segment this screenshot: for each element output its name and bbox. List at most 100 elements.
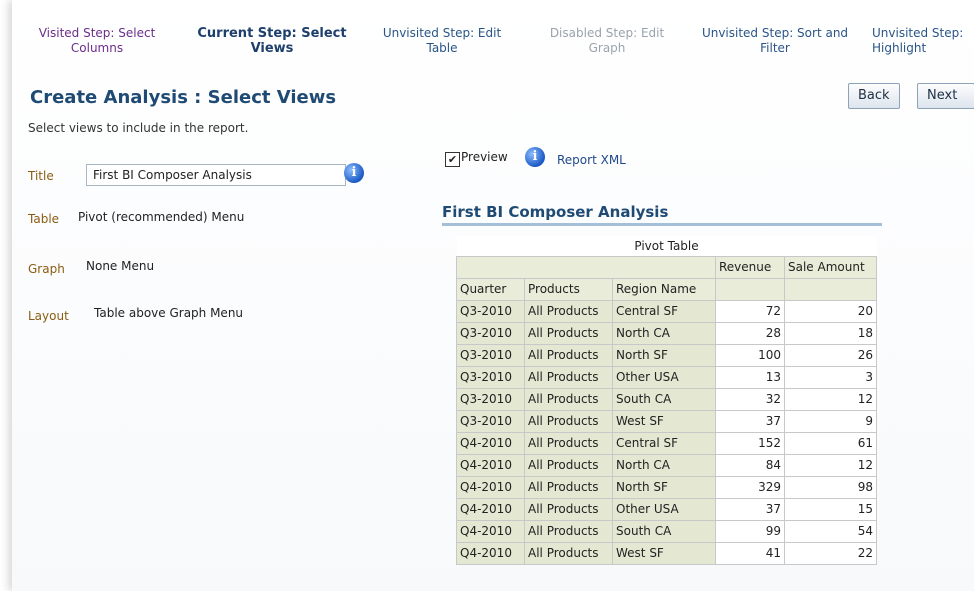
region-cell: Other USA bbox=[612, 365, 716, 389]
title-divider bbox=[442, 223, 882, 226]
preview-label: Preview bbox=[461, 150, 508, 164]
product-cell: All Products bbox=[524, 409, 613, 433]
sale-amount-cell: 12 bbox=[784, 387, 877, 411]
sale-amount-cell: 26 bbox=[784, 343, 877, 367]
quarter-cell: Q3-2010 bbox=[456, 321, 525, 345]
title-label: Title bbox=[28, 169, 54, 183]
product-cell: All Products bbox=[524, 475, 613, 499]
revenue-cell: 329 bbox=[715, 475, 785, 499]
table-row: Q4-2010 All Products Other USA 37 15 bbox=[456, 497, 877, 521]
sale-amount-cell: 61 bbox=[784, 431, 877, 455]
region-cell: North SF bbox=[612, 343, 716, 367]
table-row: Q4-2010 All Products West SF 41 22 bbox=[456, 541, 877, 565]
pivot-body: Q3-2010 All Products Central SF 72 20 Q3-2010… bbox=[456, 299, 877, 565]
revenue-cell: 72 bbox=[715, 299, 785, 323]
region-cell: West SF bbox=[612, 409, 716, 433]
info-icon[interactable]: i bbox=[344, 163, 364, 183]
table-row: Q3-2010 All Products Other USA 13 3 bbox=[456, 365, 877, 389]
quarter-cell: Q3-2010 bbox=[456, 365, 525, 389]
measure-header: Revenue bbox=[715, 255, 785, 279]
region-cell: Central SF bbox=[612, 431, 716, 455]
revenue-cell: 99 bbox=[715, 519, 785, 543]
quarter-cell: Q4-2010 bbox=[456, 519, 525, 543]
step-train: Visited Step: Select Columns Current Ste… bbox=[12, 26, 974, 66]
product-cell: All Products bbox=[524, 365, 613, 389]
report-xml-link[interactable]: Report XML bbox=[557, 153, 626, 167]
instructions: Select views to include in the report. bbox=[28, 121, 249, 135]
table-menu[interactable]: Pivot (recommended) Menu bbox=[78, 210, 244, 224]
region-cell: North SF bbox=[612, 475, 716, 499]
layout-label: Layout bbox=[28, 309, 69, 323]
revenue-cell: 37 bbox=[715, 497, 785, 521]
product-cell: All Products bbox=[524, 453, 613, 477]
quarter-cell: Q4-2010 bbox=[456, 541, 525, 565]
product-cell: All Products bbox=[524, 387, 613, 411]
quarter-cell: Q4-2010 bbox=[456, 453, 525, 477]
pivot-table: Pivot Table Revenue Sale Amount Quarter … bbox=[456, 236, 877, 565]
product-cell: All Products bbox=[524, 541, 613, 565]
table-row: Q3-2010 All Products Central SF 72 20 bbox=[456, 299, 877, 323]
table-label: Table bbox=[28, 212, 60, 226]
layout-menu[interactable]: Table above Graph Menu bbox=[94, 306, 243, 320]
sale-amount-cell: 20 bbox=[784, 299, 877, 323]
next-button[interactable]: Next bbox=[917, 83, 974, 109]
region-cell: North CA bbox=[612, 453, 716, 477]
quarter-cell: Q4-2010 bbox=[456, 431, 525, 455]
table-row: Q4-2010 All Products North SF 329 98 bbox=[456, 475, 877, 499]
back-button[interactable]: Back bbox=[848, 83, 900, 109]
revenue-cell: 41 bbox=[715, 541, 785, 565]
pivot-corner bbox=[456, 255, 716, 279]
train-step-select-views: Current Step: Select Views bbox=[197, 26, 347, 56]
sale-amount-cell: 3 bbox=[784, 365, 877, 389]
region-cell: South CA bbox=[612, 387, 716, 411]
revenue-cell: 37 bbox=[715, 409, 785, 433]
sale-amount-cell: 9 bbox=[784, 409, 877, 433]
train-step-sort-filter[interactable]: Unvisited Step: Sort and Filter bbox=[700, 26, 850, 56]
product-cell: All Products bbox=[524, 431, 613, 455]
quarter-cell: Q3-2010 bbox=[456, 409, 525, 433]
sale-amount-cell: 98 bbox=[784, 475, 877, 499]
train-step-edit-graph: Disabled Step: Edit Graph bbox=[549, 26, 665, 55]
preview-toggle[interactable]: ✔ Preview bbox=[445, 150, 508, 167]
header-spacer bbox=[715, 277, 785, 301]
region-cell: Other USA bbox=[612, 497, 716, 521]
train-step-highlight[interactable]: Unvisited Step: Highlight bbox=[872, 26, 974, 56]
table-row: Q4-2010 All Products North CA 84 12 bbox=[456, 453, 877, 477]
region-cell: South CA bbox=[612, 519, 716, 543]
report-title: First BI Composer Analysis bbox=[442, 203, 669, 221]
product-cell: All Products bbox=[524, 321, 613, 345]
preview-checkbox[interactable]: ✔ bbox=[445, 152, 460, 167]
region-cell: West SF bbox=[612, 541, 716, 565]
row-header: Quarter bbox=[456, 277, 525, 301]
page-title: Create Analysis : Select Views bbox=[30, 87, 337, 108]
sale-amount-cell: 18 bbox=[784, 321, 877, 345]
sale-amount-cell: 54 bbox=[784, 519, 877, 543]
region-cell: North CA bbox=[612, 321, 716, 345]
table-row: Q3-2010 All Products South CA 32 12 bbox=[456, 387, 877, 411]
table-row: Q4-2010 All Products South CA 99 54 bbox=[456, 519, 877, 543]
train-step-edit-table[interactable]: Unvisited Step: Edit Table bbox=[367, 26, 517, 56]
row-header: Region Name bbox=[612, 277, 716, 301]
table-row: Q3-2010 All Products North CA 28 18 bbox=[456, 321, 877, 345]
revenue-cell: 152 bbox=[715, 431, 785, 455]
quarter-cell: Q3-2010 bbox=[456, 387, 525, 411]
quarter-cell: Q3-2010 bbox=[456, 299, 525, 323]
title-input[interactable] bbox=[86, 164, 346, 186]
graph-label: Graph bbox=[28, 262, 65, 276]
table-row: Q4-2010 All Products Central SF 152 61 bbox=[456, 431, 877, 455]
product-cell: All Products bbox=[524, 343, 613, 367]
train-step-select-columns[interactable]: Visited Step: Select Columns bbox=[22, 26, 172, 56]
quarter-cell: Q4-2010 bbox=[456, 475, 525, 499]
product-cell: All Products bbox=[524, 299, 613, 323]
product-cell: All Products bbox=[524, 519, 613, 543]
revenue-cell: 84 bbox=[715, 453, 785, 477]
graph-menu[interactable]: None Menu bbox=[86, 259, 154, 273]
sale-amount-cell: 22 bbox=[784, 541, 877, 565]
table-row: Q3-2010 All Products West SF 37 9 bbox=[456, 409, 877, 433]
info-icon[interactable]: i bbox=[525, 147, 545, 167]
row-header: Products bbox=[524, 277, 613, 301]
quarter-cell: Q4-2010 bbox=[456, 497, 525, 521]
revenue-cell: 32 bbox=[715, 387, 785, 411]
measure-header: Sale Amount bbox=[784, 255, 877, 279]
pivot-caption: Pivot Table bbox=[456, 236, 877, 256]
